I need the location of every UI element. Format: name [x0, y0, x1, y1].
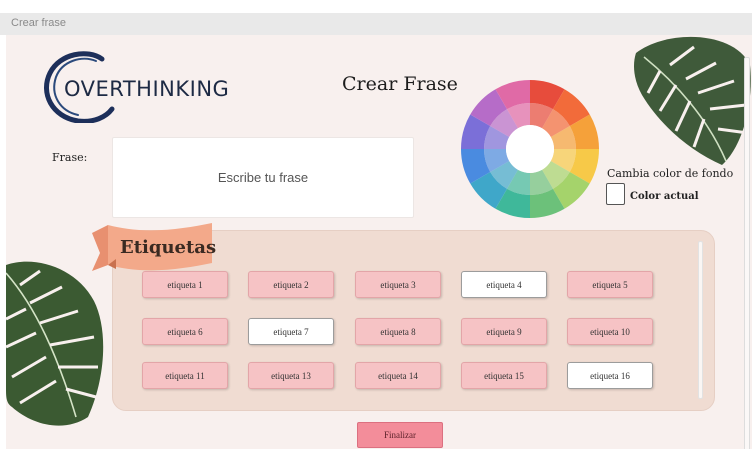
tags-title: Etiquetas — [120, 237, 217, 258]
page-title: Crear Frase — [342, 73, 458, 95]
tags-scrollbar[interactable] — [698, 241, 703, 399]
app-canvas: OVERTHINKING Crear Frase Frase: Cambia c… — [6, 35, 752, 449]
window-scrollbar[interactable] — [744, 57, 750, 449]
color-wheel[interactable] — [460, 79, 600, 219]
tag-button[interactable]: etiqueta 8 — [355, 318, 441, 345]
frase-input[interactable] — [112, 137, 414, 218]
current-color-swatch[interactable] — [606, 183, 625, 205]
tag-button[interactable]: etiqueta 9 — [461, 318, 547, 345]
frase-label: Frase: — [52, 151, 88, 164]
tag-button[interactable]: etiqueta 14 — [355, 362, 441, 389]
tag-button[interactable]: etiqueta 5 — [567, 271, 653, 298]
tag-button[interactable]: etiqueta 11 — [142, 362, 228, 389]
tag-button[interactable]: etiqueta 10 — [567, 318, 653, 345]
overthinking-logo: OVERTHINKING — [42, 51, 242, 123]
tag-button[interactable]: etiqueta 13 — [248, 362, 334, 389]
tag-button[interactable]: etiqueta 2 — [248, 271, 334, 298]
tag-button[interactable]: etiqueta 15 — [461, 362, 547, 389]
tag-button[interactable]: etiqueta 3 — [355, 271, 441, 298]
color-wheel-center — [506, 125, 554, 173]
tag-button[interactable]: etiqueta 7 — [248, 318, 334, 345]
current-color-label: Color actual — [630, 191, 699, 202]
tag-button[interactable]: etiqueta 6 — [142, 318, 228, 345]
finalize-button[interactable]: Finalizar — [357, 422, 443, 448]
monstera-leaf-bottom-left-icon — [6, 261, 104, 426]
window-titlebar: Crear frase — [0, 13, 752, 35]
tag-button[interactable]: etiqueta 16 — [567, 362, 653, 389]
background-color-caption: Cambia color de fondo — [607, 167, 734, 180]
logo-text: OVERTHINKING — [64, 77, 230, 101]
monstera-leaf-top-right-icon — [634, 36, 751, 166]
tag-button[interactable]: etiqueta 4 — [461, 271, 547, 298]
tag-button[interactable]: etiqueta 1 — [142, 271, 228, 298]
window-title: Crear frase — [11, 17, 67, 29]
